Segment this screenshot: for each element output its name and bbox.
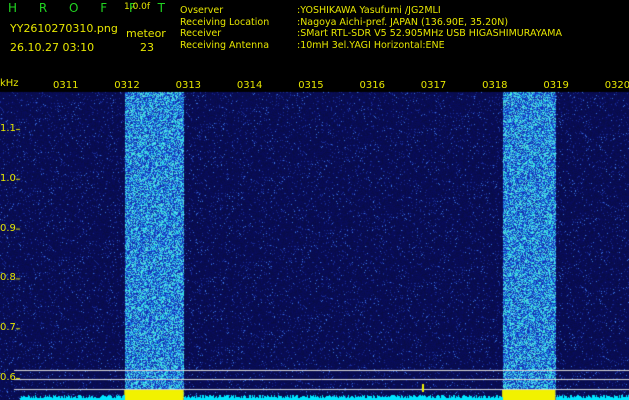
image-filename: YY2610270310.png <box>10 22 118 35</box>
x-tick-label: 0314 <box>236 80 263 91</box>
y-axis-unit: kHz <box>0 78 19 89</box>
header-panel: H R O F F T 1.0.0f YY2610270310.png 26.1… <box>0 0 629 78</box>
station-row-observer: Ovserver:YOSHIKAWA Yasufumi /JG2MLI <box>180 5 441 16</box>
station-row-location: Receiving Location:Nagoya Aichi-pref. JA… <box>180 16 509 28</box>
x-tick-label: 0319 <box>543 80 569 91</box>
x-tick-label: 0317 <box>420 80 447 91</box>
x-tick-label: 0320 <box>604 80 629 91</box>
y-tick-label: 1.0 <box>0 172 16 184</box>
x-tick-label: 0316 <box>359 80 385 91</box>
x-tick-label: 0311 <box>53 80 79 91</box>
meteor-count: 23 <box>140 41 154 54</box>
meteor-label: meteor <box>126 27 166 40</box>
station-row-antenna: Receiving Antenna:10mH 3el.YAGI Horizont… <box>180 39 445 51</box>
y-tick-label: 0.6 <box>0 372 16 383</box>
y-tick-label: 1.1 <box>0 123 16 134</box>
x-tick-label: 0318 <box>482 80 508 91</box>
x-tick-label: 0313 <box>175 80 202 91</box>
y-tick-label: 0.7 <box>0 322 16 334</box>
y-tick-label: 0.9 <box>0 222 16 234</box>
station-row-receiver: Receiver:SMart RTL-SDR V5 52.905MHz USB … <box>180 28 562 39</box>
y-tick-label: 0.8 <box>0 272 16 284</box>
observation-datetime: 26.10.27 03:10 <box>10 41 95 54</box>
x-tick-label: 0315 <box>298 80 324 91</box>
station-info: Ovserver:YOSHIKAWA Yasufumi /JG2MLI Rece… <box>180 5 562 51</box>
x-tick-label: 0312 <box>114 80 140 91</box>
spectrogram-panel: kHz 1.1 1.0 0.9 0.8 0.7 0.6 0311 0312 0313 0314 0… <box>0 78 629 400</box>
app-version: 1.0.0f <box>124 2 151 12</box>
spectrogram-canvas <box>0 78 629 400</box>
